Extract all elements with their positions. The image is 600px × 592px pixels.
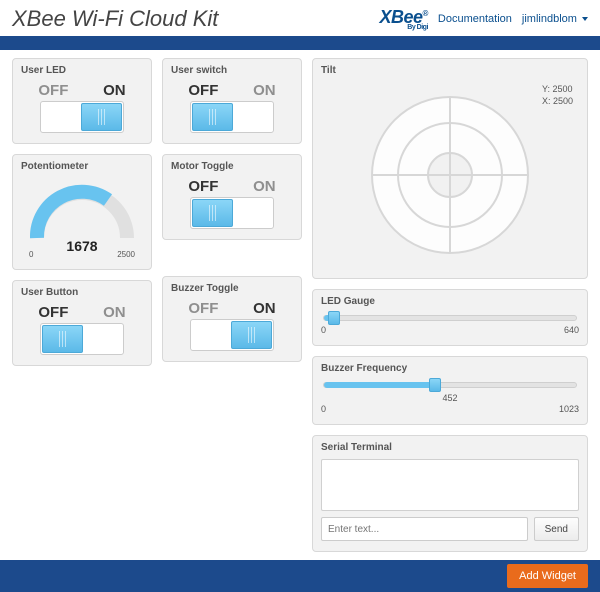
off-label: OFF [188, 178, 218, 195]
card-buzzer-frequency: Buzzer Frequency 452 0 1023 [312, 356, 588, 425]
card-title: User Button [21, 287, 143, 298]
on-label: ON [103, 304, 126, 321]
user-switch-toggle[interactable] [190, 101, 274, 133]
xbee-logo: XBee® By Digi [379, 7, 427, 31]
header: XBee Wi-Fi Cloud Kit XBee® By Digi Docum… [0, 0, 600, 36]
slider-thumb[interactable] [328, 311, 340, 325]
led-gauge-slider[interactable] [323, 315, 577, 321]
documentation-link[interactable]: Documentation [438, 13, 512, 25]
off-label: OFF [188, 300, 218, 317]
card-title: Buzzer Toggle [171, 283, 293, 294]
card-title: Potentiometer [21, 161, 143, 172]
card-tilt: Tilt Y: 2500 X: 2500 [312, 58, 588, 279]
card-serial-terminal: Serial Terminal Send [312, 435, 588, 552]
add-widget-button[interactable]: Add Widget [507, 564, 588, 588]
card-title: User switch [171, 65, 293, 76]
slider-value: 452 [442, 393, 457, 403]
on-label: ON [253, 178, 276, 195]
serial-input[interactable] [321, 517, 528, 541]
card-motor-toggle: Motor Toggle OFF ON [162, 154, 302, 240]
off-label: OFF [38, 82, 68, 99]
slider-min: 0 [321, 325, 326, 335]
card-title: Serial Terminal [321, 442, 579, 453]
tilt-radar-icon [365, 90, 535, 260]
header-divider [0, 36, 600, 50]
on-label: ON [253, 82, 276, 99]
slider-thumb[interactable] [429, 378, 441, 392]
slider-max: 1023 [559, 404, 579, 414]
potentiometer-gauge: 1678 [22, 178, 142, 254]
off-label: OFF [38, 304, 68, 321]
dashboard: User LED OFF ON Potentiometer 1678 0 [0, 58, 600, 552]
slider-min: 0 [321, 404, 326, 414]
on-label: ON [103, 82, 126, 99]
tilt-readout: Y: 2500 X: 2500 [542, 84, 573, 107]
footer-bar: Add Widget [0, 560, 600, 592]
buzzer-toggle[interactable] [190, 319, 274, 351]
card-user-led: User LED OFF ON [12, 58, 152, 144]
card-title: Tilt [321, 65, 579, 76]
on-label: ON [253, 300, 276, 317]
send-button[interactable]: Send [534, 517, 579, 541]
motor-toggle[interactable] [190, 197, 274, 229]
card-title: Buzzer Frequency [321, 363, 579, 374]
card-title: User LED [21, 65, 143, 76]
serial-output [321, 459, 579, 511]
card-led-gauge: LED Gauge 0 640 [312, 289, 588, 346]
off-label: OFF [188, 82, 218, 99]
gauge-value: 1678 [22, 238, 142, 254]
page-title: XBee Wi-Fi Cloud Kit [12, 6, 218, 32]
slider-max: 640 [564, 325, 579, 335]
card-title: Motor Toggle [171, 161, 293, 172]
card-potentiometer: Potentiometer 1678 0 2500 [12, 154, 152, 270]
user-button-toggle[interactable] [40, 323, 124, 355]
buzzer-freq-slider[interactable]: 452 [323, 382, 577, 388]
card-user-button: User Button OFF ON [12, 280, 152, 366]
user-menu[interactable]: jimlindblom [522, 13, 588, 25]
user-led-toggle[interactable] [40, 101, 124, 133]
card-user-switch: User switch OFF ON [162, 58, 302, 144]
card-title: LED Gauge [321, 296, 579, 307]
chevron-down-icon [582, 17, 588, 21]
card-buzzer-toggle: Buzzer Toggle OFF ON [162, 276, 302, 362]
